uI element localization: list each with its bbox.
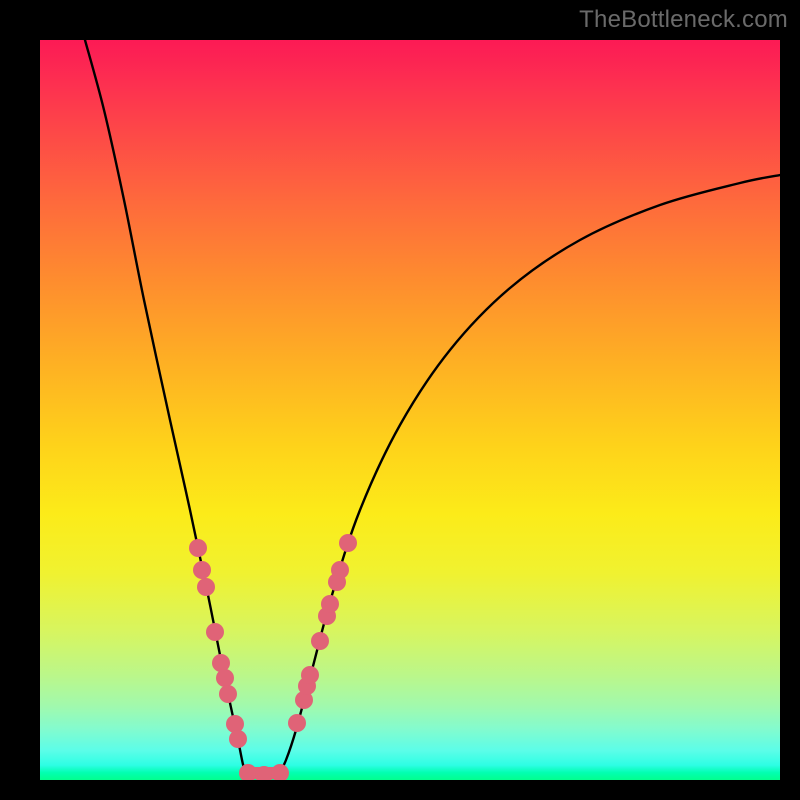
- data-marker: [288, 714, 306, 732]
- data-marker: [229, 730, 247, 748]
- data-marker: [271, 764, 289, 780]
- data-marker: [239, 764, 257, 780]
- data-marker: [331, 561, 349, 579]
- chart-plot-area: [40, 40, 780, 780]
- data-marker: [216, 669, 234, 687]
- data-marker: [301, 666, 319, 684]
- chart-svg: [40, 40, 780, 780]
- data-marker: [321, 595, 339, 613]
- data-marker: [197, 578, 215, 596]
- outer-frame: TheBottleneck.com: [0, 0, 800, 800]
- data-marker: [193, 561, 211, 579]
- marker-group: [189, 534, 357, 780]
- data-marker: [189, 539, 207, 557]
- data-marker: [206, 623, 224, 641]
- data-marker: [219, 685, 237, 703]
- watermark-text: TheBottleneck.com: [579, 6, 788, 34]
- data-marker: [339, 534, 357, 552]
- data-marker: [311, 632, 329, 650]
- data-marker: [226, 715, 244, 733]
- right-curve: [278, 175, 780, 776]
